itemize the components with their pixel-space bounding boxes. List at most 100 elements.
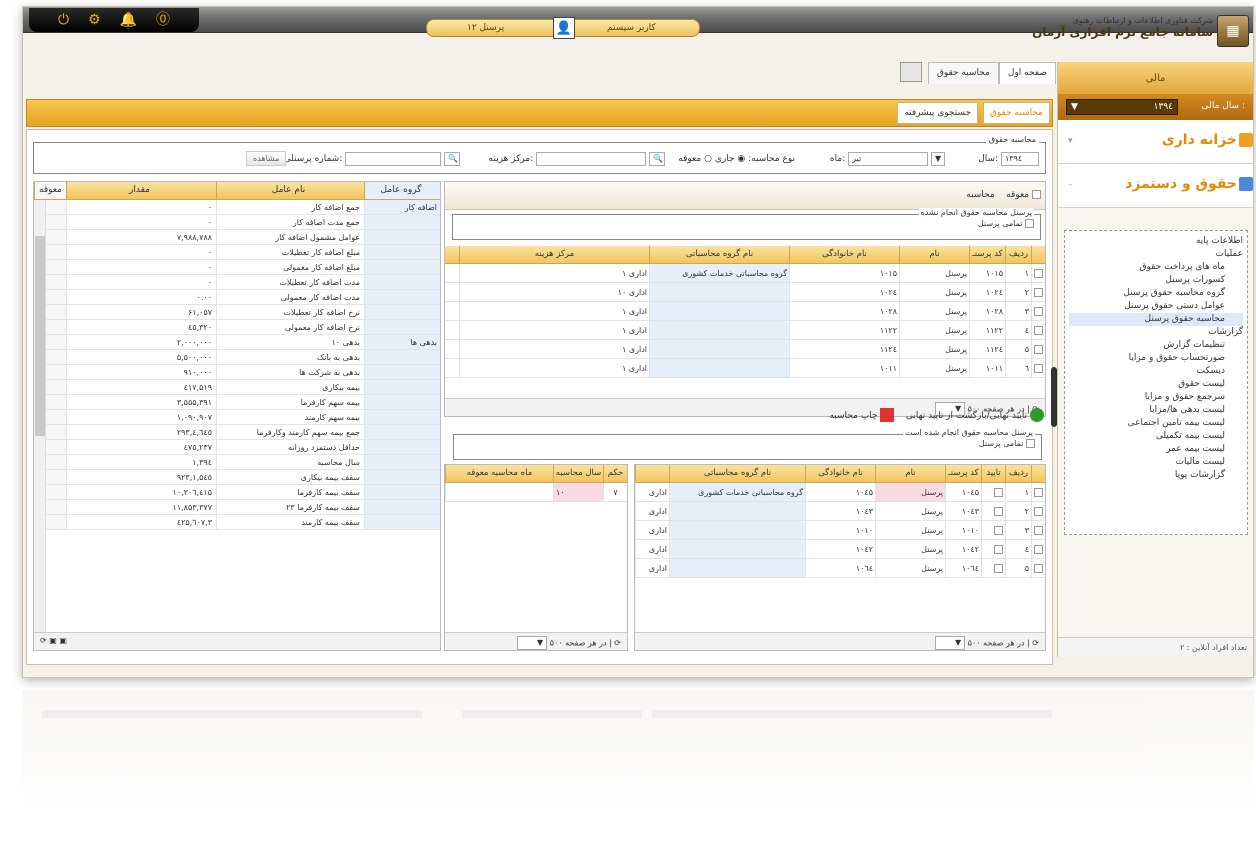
table-row[interactable]: حداقل دستمزد روزانه ۲۳۷,٤٧٥ — [34, 440, 440, 455]
arrears-checkbox[interactable] — [1032, 190, 1041, 199]
subtab-payroll-calc[interactable]: محاسبه حقوق — [982, 102, 1050, 124]
table-row[interactable]: بدهی ها بدهی ۱۰ ۲,۰۰۰,۰۰۰ — [34, 335, 440, 350]
vertical-scrollbar[interactable] — [34, 200, 46, 632]
col-first-name[interactable]: نام — [899, 246, 969, 263]
col-last-name[interactable]: نام خانوادگی — [805, 465, 875, 482]
table-row[interactable]: سال محاسبه ۱,۳۹٤ — [34, 455, 440, 470]
select-all-checkbox[interactable] — [1025, 219, 1034, 228]
search-icon[interactable]: 🔍 — [649, 151, 665, 166]
table-row[interactable]: ۵ ۱۱۲٤ پرسنل ۱۱۲٤ اداری ۱ — [445, 340, 1045, 359]
power-icon[interactable]: ⏻ — [58, 13, 69, 27]
tree-item[interactable]: لیست مالیات — [1069, 456, 1243, 469]
row-checkbox[interactable] — [1031, 483, 1045, 501]
bell-icon[interactable]: 🔔 — [120, 13, 137, 27]
col-calc-group[interactable]: نام گروه محاسباتی — [649, 246, 789, 263]
table-row[interactable]: مدت اضافه کار معمولی ۰.۰۰ — [34, 290, 440, 305]
row-checkbox[interactable] — [1031, 559, 1045, 577]
col-code[interactable]: کد پرسنـ — [969, 246, 1005, 263]
settings-icon[interactable]: ⚙ — [88, 13, 101, 27]
table-row[interactable]: ٦ ۱۰۱۱ پرسنل ۱۰۱۱ اداری ۱ — [445, 359, 1045, 378]
approve-checkbox[interactable] — [981, 502, 1005, 520]
table-row[interactable]: جمع بیمه سهم کارمند وکارفرما ٤,٦٤٥,۲۹۳ — [34, 425, 440, 440]
table-row[interactable]: بیمه سهم کارفرما ۳,۵۵۵,۳۹۱ — [34, 395, 440, 410]
table-row[interactable]: ۱ ۱۰٤۵ پرسنل ۱۰٤۵ گروه محاسباتی خدمات کشوری ا… — [635, 483, 1045, 502]
table-row[interactable]: ۱ ۱۰۱۵ پرسنل ۱۰۱۵ گروه محاسباتی خدمات کشوری ا… — [445, 264, 1045, 283]
table-row[interactable]: مدت اضافه کار تعطیلات ۰ — [34, 275, 440, 290]
view-button[interactable]: مشاهده — [246, 151, 287, 166]
tree-item[interactable]: صورتحساب حقوق و مزایا — [1069, 352, 1243, 365]
table-row[interactable]: سقف بیمه کارفرما ۱۰,۳۰٦,٤۱۵ — [34, 485, 440, 500]
tree-item[interactable]: ماه های پرداخت حقوق — [1069, 261, 1243, 274]
grid-icon[interactable] — [899, 62, 922, 82]
tree-item[interactable]: سرجمع حقوق و مزایا — [1069, 391, 1243, 404]
tree-item[interactable]: عوامل دستی حقوق پرسنل — [1069, 300, 1243, 313]
subtab-advanced-search[interactable]: جستجوی پیشرفته — [897, 102, 979, 124]
tree-item[interactable]: دیسکت — [1069, 365, 1243, 378]
calc-detail-row[interactable]: ۷ ۱۰ — [445, 483, 627, 502]
refresh-icon[interactable]: ⟳ — [1032, 639, 1039, 648]
row-checkbox[interactable] — [1031, 540, 1045, 558]
table-row[interactable]: ۲ ۱۰٤۳ پرسنل ۱۰٤۳ اداری — [635, 502, 1045, 521]
table-row[interactable]: سقف بیمه کارفرما ۲۳ ۱۱,۸۵۳,۳۷۷ — [34, 500, 440, 515]
col-row[interactable]: ردیف — [1005, 246, 1031, 263]
table-row[interactable]: بدهی به شرکت ها ۹۱۰,۰۰۰ — [34, 365, 440, 380]
row-checkbox[interactable] — [1031, 302, 1045, 320]
finalize-button[interactable]: تایید نهایی/بازگشت از تایید نهایی — [906, 408, 1044, 422]
radio-current[interactable]: ◉ جاری — [715, 154, 745, 164]
tab-home[interactable]: صفحه اول — [998, 62, 1056, 84]
tree-item[interactable]: لیست بیمه تکمیلی — [1069, 430, 1243, 443]
table-row[interactable]: نرخ اضافه کار معمولی ٤٥,٣٢۰ — [34, 320, 440, 335]
sidebar-collapse-handle[interactable] — [1051, 367, 1057, 427]
table-row[interactable]: اضافه کار جمع اضافه کار ۰ — [34, 200, 440, 215]
table-row[interactable]: بیمه بیکاری ٤۱۷,۵۱۹ — [34, 380, 440, 395]
fiscal-year-select[interactable]: ۱۳۹٤ ▼ — [1066, 99, 1178, 115]
user-avatar-icon[interactable]: 👤 — [553, 17, 575, 39]
approve-checkbox[interactable] — [981, 540, 1005, 558]
tab-payroll-calc[interactable]: محاسبه حقوق — [927, 62, 999, 84]
tree-item[interactable]: لیست بیمه تامین اجتماعی — [1069, 417, 1243, 430]
col-factor-name[interactable]: نام عامل — [216, 182, 364, 199]
help-icon[interactable]: ⓪ — [156, 13, 170, 27]
chevron-down-icon[interactable]: ▼ — [931, 151, 945, 166]
table-row[interactable]: ٤ ۱۰٤۲ پرسنل ۱۰٤۲ اداری — [635, 540, 1045, 559]
sidebar-section-payroll[interactable]: حقوق و دستمزد – — [1058, 164, 1253, 208]
col-code[interactable]: کد پرسنـ — [945, 465, 981, 482]
search-icon[interactable]: 🔍 — [444, 151, 460, 166]
refresh-icon[interactable]: ⟳ — [614, 639, 621, 648]
row-checkbox[interactable] — [1031, 283, 1045, 301]
page-size-select[interactable]: ▼ — [517, 636, 548, 650]
cost-center-input[interactable] — [536, 151, 647, 166]
tree-item[interactable]: گزارشات — [1069, 326, 1243, 339]
row-checkbox[interactable] — [1031, 264, 1045, 282]
col-factor-group[interactable]: گروه عامل — [364, 182, 440, 199]
col-row[interactable]: ردیف — [1005, 465, 1031, 482]
approve-checkbox[interactable] — [981, 559, 1005, 577]
cell-calc-year[interactable]: ۱۰ — [553, 483, 603, 501]
month-select[interactable]: تیر — [848, 151, 929, 166]
table-row[interactable]: سقف بیمه کارمند ۳,٦۰۷,٤۲۵ — [34, 515, 440, 530]
tree-item[interactable]: اطلاعات پایه — [1069, 235, 1243, 248]
row-checkbox[interactable] — [1031, 359, 1045, 377]
col-calc-group[interactable]: نام گروه محاسباتی — [669, 465, 805, 482]
refresh-icon[interactable]: ⟳ — [40, 636, 47, 645]
table-row[interactable]: ۵ ۱۰٦٤ پرسنل ۱۰٦٤ اداری — [635, 559, 1045, 578]
scroll-thumb[interactable] — [35, 236, 45, 436]
table-row[interactable]: ۳ ۱۰۱۰ پرسنل ۱۰۱۰ اداری — [635, 521, 1045, 540]
approve-checkbox[interactable] — [981, 521, 1005, 539]
table-row[interactable]: مبلغ اضافه کار تعطیلات ۰ — [34, 245, 440, 260]
table-row[interactable]: مبلغ اضافه کار معمولی ۰ — [34, 260, 440, 275]
tree-item[interactable]: عملیات — [1069, 248, 1243, 261]
tree-item[interactable]: گروه محاسبه حقوق پرسنل — [1069, 287, 1243, 300]
radio-previous[interactable]: ○ معوقه — [678, 154, 712, 164]
col-arrears-month[interactable]: ماه محاسبه معوقه — [445, 465, 553, 482]
col-check[interactable] — [1031, 465, 1045, 482]
row-checkbox[interactable] — [1031, 502, 1045, 520]
table-row[interactable]: عوامل مشمول اضافه کار ۷,۹۸۸,۷۸۸ — [34, 230, 440, 245]
table-row[interactable]: جمع مدت اضافه کار ۰ — [34, 215, 440, 230]
sidebar-section-treasury[interactable]: خزانه داری ▾ — [1058, 120, 1253, 164]
personnel-no-input[interactable] — [345, 151, 442, 166]
col-approve[interactable]: تایید — [981, 465, 1005, 482]
tree-item[interactable]: محاسبه حقوق پرسنل — [1069, 313, 1243, 326]
col-calc-year[interactable]: سال محاسبه — [553, 465, 603, 482]
table-row[interactable]: بدهی به بانک ۵,۵۰۰,۰۰۰ — [34, 350, 440, 365]
